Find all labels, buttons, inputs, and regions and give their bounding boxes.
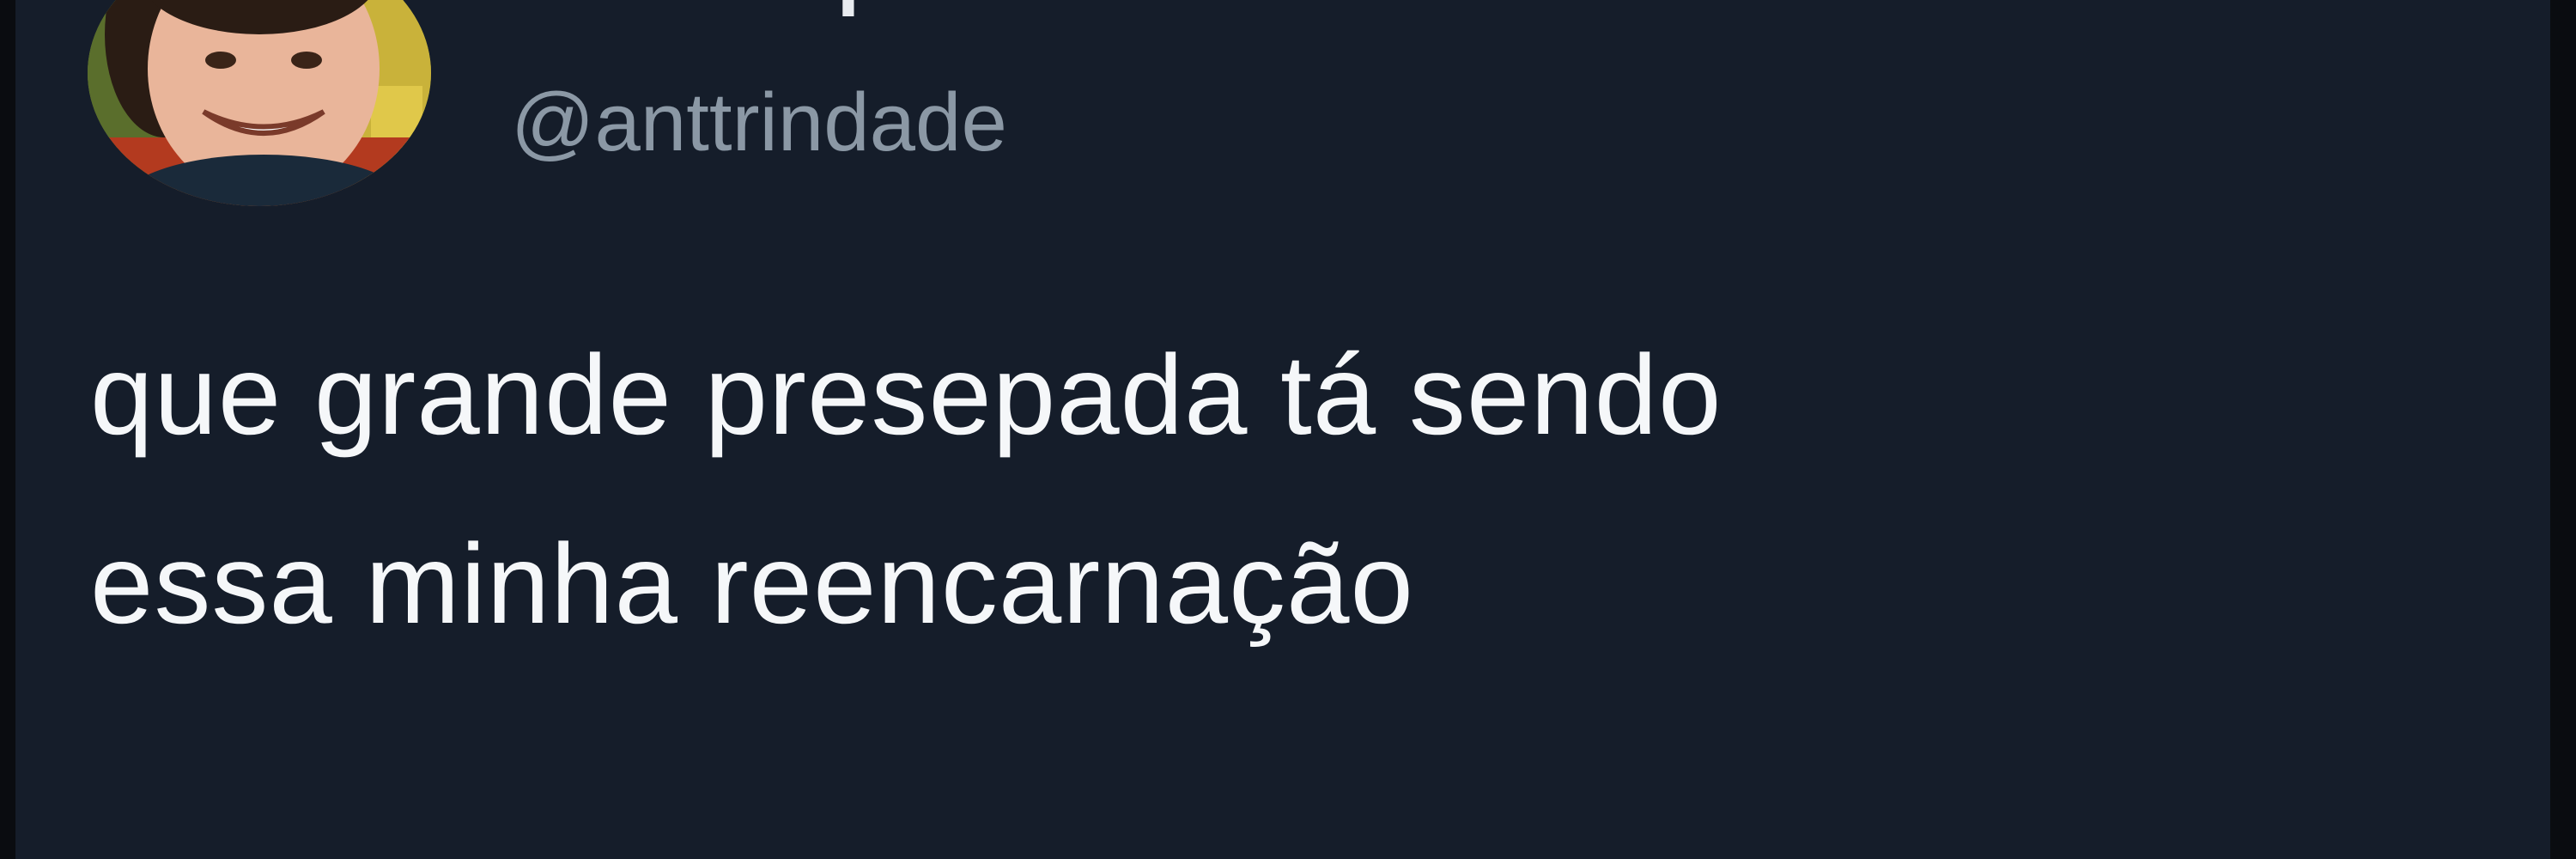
user-handle[interactable]: @anttrindade [511, 82, 1007, 164]
profile-photo-icon [88, 0, 431, 206]
avatar[interactable] [88, 0, 431, 206]
display-name[interactable]: maria capitolina [502, 0, 1130, 19]
right-border [2550, 0, 2576, 859]
left-border [0, 0, 15, 859]
tweet-text-line: essa minha reencarnação [90, 521, 1414, 647]
tweet-screenshot: maria capitolina @anttrindade que grande… [0, 0, 2576, 859]
tweet-text-line: que grande presepada tá sendo [90, 332, 1722, 458]
tweet-text: que grande presepada tá sendo essa minha… [90, 301, 2409, 679]
